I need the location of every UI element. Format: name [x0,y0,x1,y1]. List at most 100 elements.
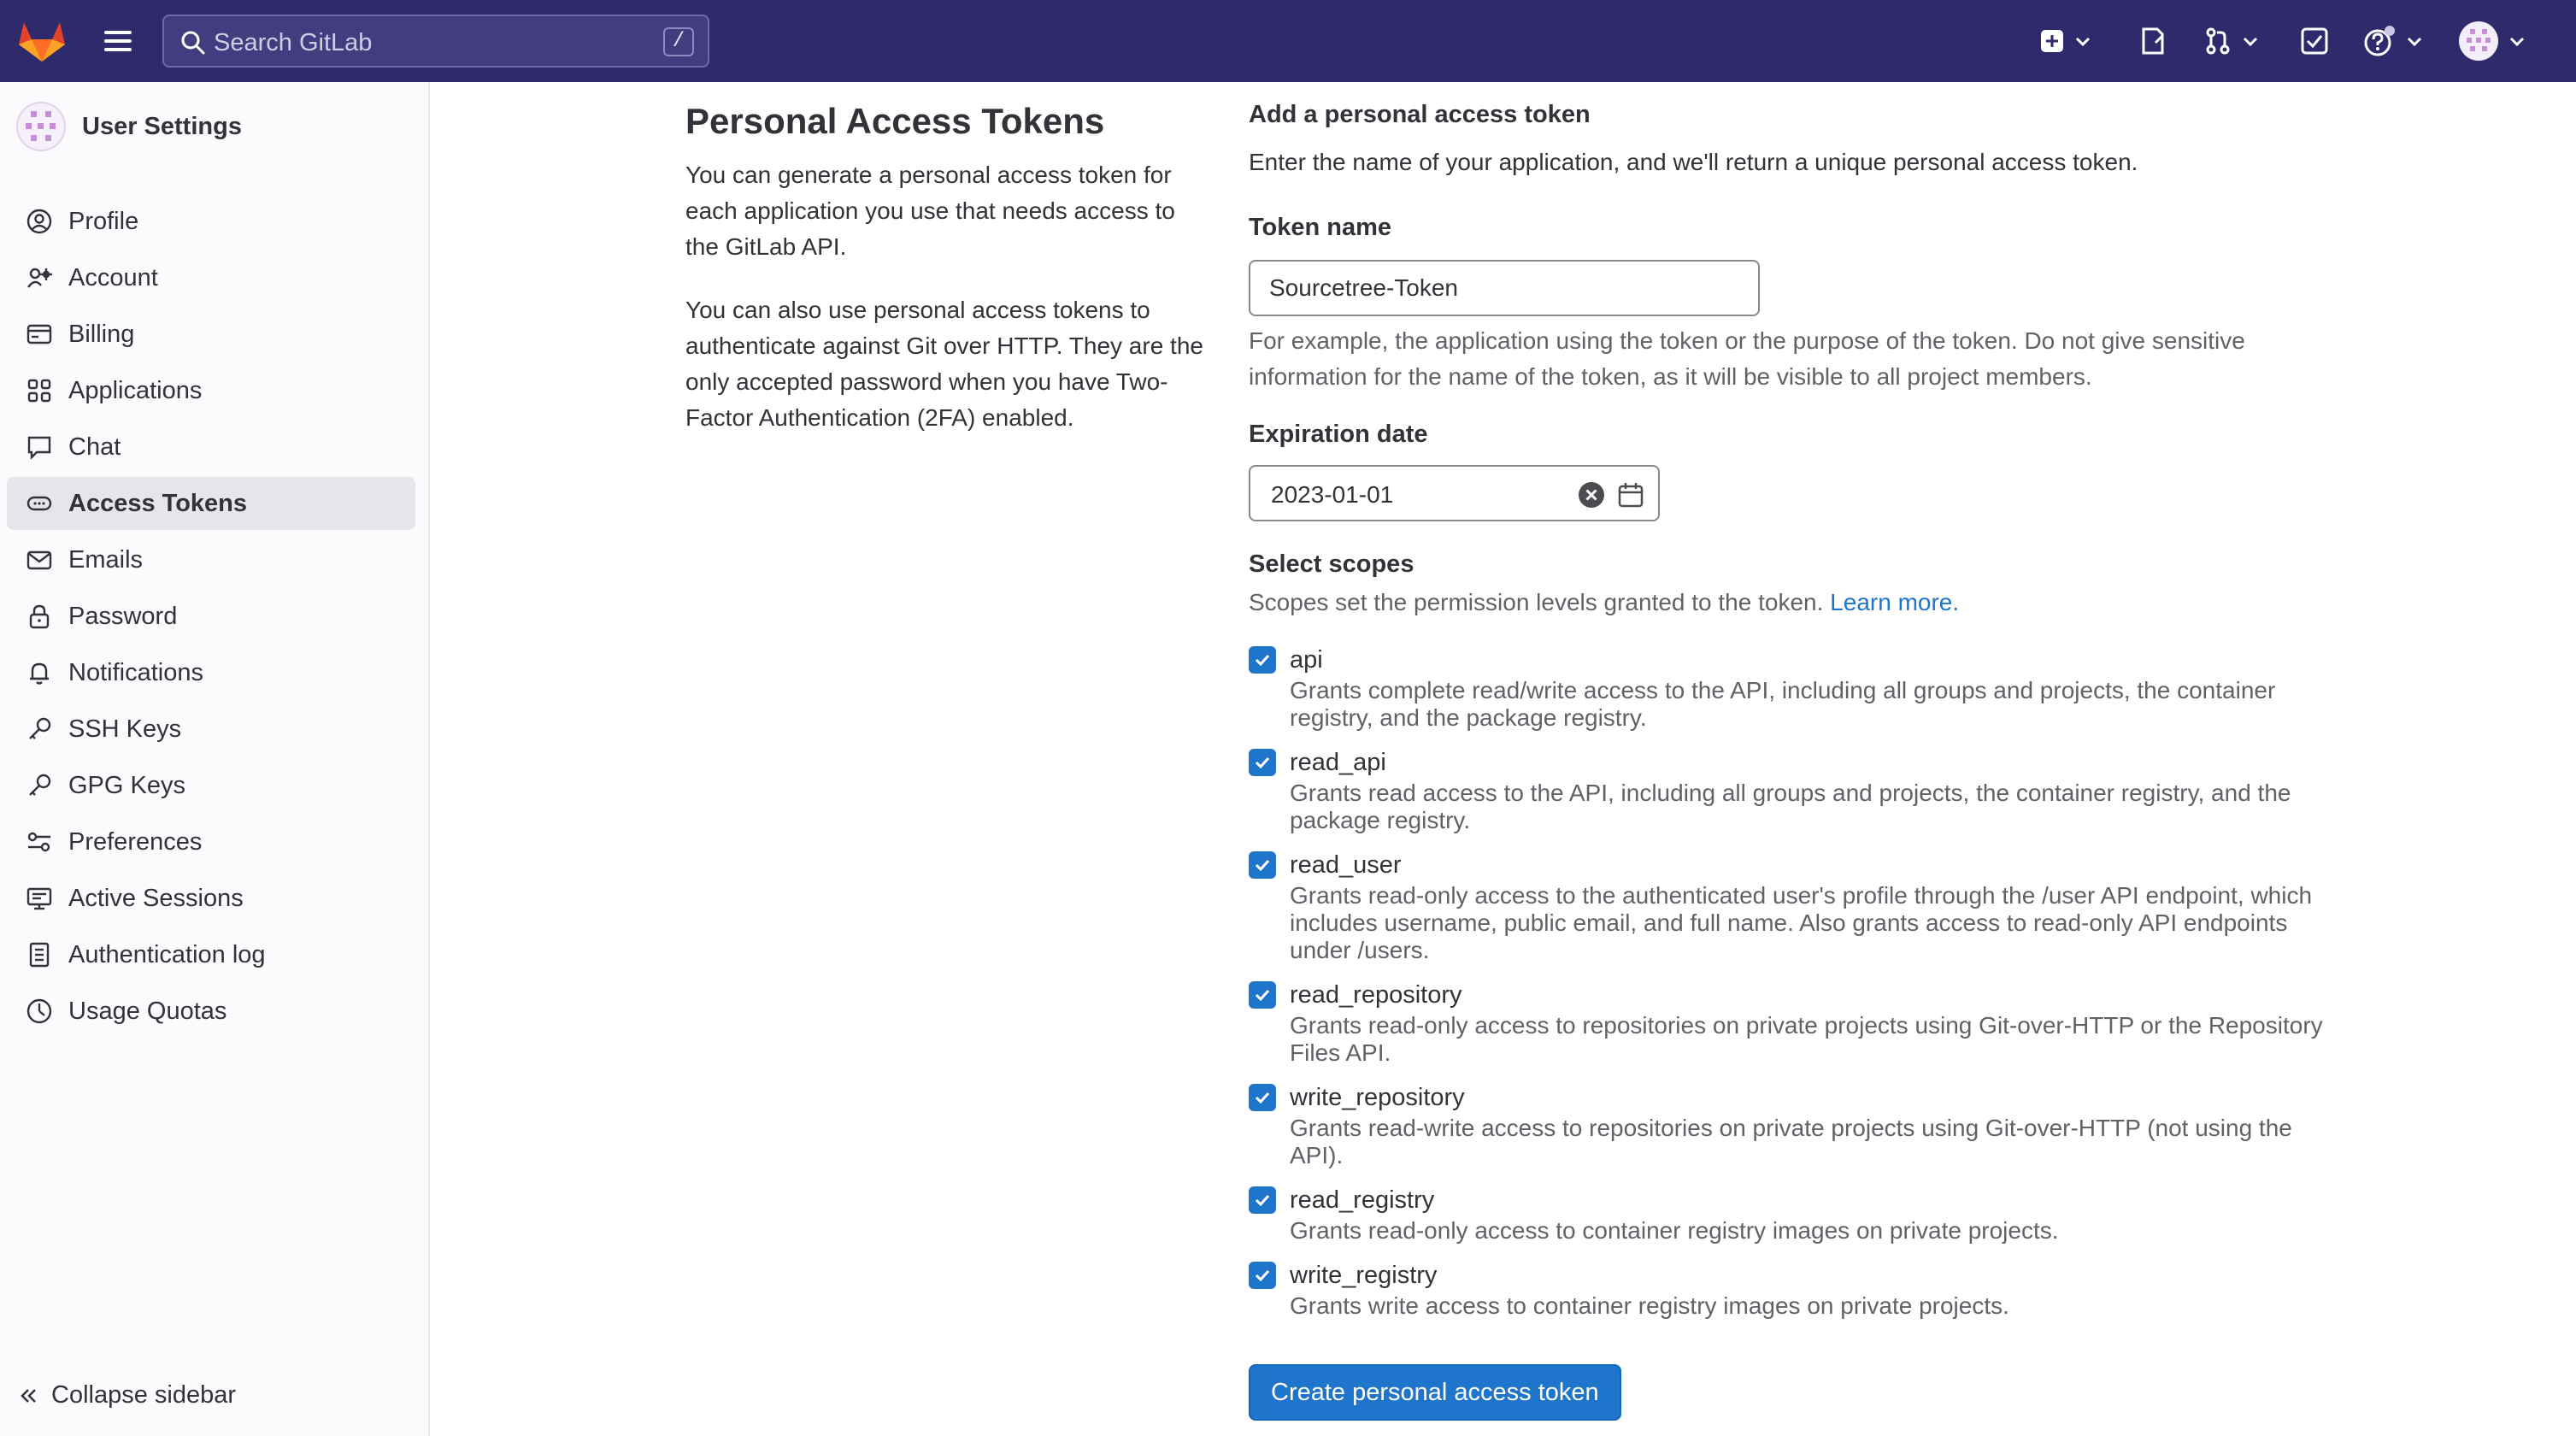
scope-description: Grants read-only access to the authentic… [1290,882,2313,963]
scope-checkbox[interactable] [1249,749,1276,776]
chevron-down-icon [2509,37,2525,47]
double-chevron-left-icon [21,1388,36,1403]
sidebar-item-chat[interactable]: Chat [7,421,415,474]
sidebar-item-password[interactable]: Password [7,590,415,643]
sidebar-item-label: Emails [68,545,144,574]
search-icon [179,29,207,56]
chevron-down-icon [2407,37,2422,47]
monitor-icon [26,885,53,912]
top-navigation-bar: / [0,0,2576,82]
scope-name[interactable]: api [1290,644,1323,675]
scope-description: Grants read-write access to repositories… [1290,1115,2292,1168]
todos-icon[interactable] [2299,21,2330,62]
check-icon [1255,1092,1270,1104]
scope-checkbox[interactable] [1249,1262,1276,1289]
scope-description: Grants read access to the API, including… [1290,780,2291,833]
chevron-down-icon [2243,37,2258,47]
sidebar-item-emails[interactable]: Emails [7,533,415,586]
log-icon [26,941,53,968]
scope-description: Grants write access to container registr… [1290,1292,2009,1319]
sidebar-item-label: Access Tokens [68,489,248,517]
intro-paragraph: You can also use personal access tokens … [685,297,1203,431]
issues-icon[interactable] [2137,21,2167,62]
search-input[interactable] [212,23,626,62]
collapse-sidebar-label: Collapse sidebar [51,1381,237,1409]
scope-description: Grants read-only access to container reg… [1290,1217,2059,1244]
expiration-date-input[interactable] [1269,475,1563,515]
help-icon [2364,26,2395,56]
sidebar-item-preferences[interactable]: Preferences [7,815,415,868]
sidebar-item-applications[interactable]: Applications [7,364,415,417]
add-token-form: Add a personal access token Enter the na… [1249,101,2351,1421]
sidebar-title: User Settings [82,112,242,140]
sidebar-item-access-tokens[interactable]: Access Tokens [7,477,415,530]
sidebar-item-billing[interactable]: Billing [7,308,415,361]
form-heading: Add a personal access token [1249,101,1591,128]
scope-description: Grants complete read/write access to the… [1290,677,2276,731]
mail-icon [26,546,53,574]
scope-name[interactable]: read_repository [1290,980,1462,1010]
scope-name[interactable]: write_repository [1290,1082,1465,1113]
check-icon [1255,859,1270,872]
scope-name[interactable]: read_user [1290,850,1402,880]
expiration-date-label: Expiration date [1249,421,1428,448]
sidebar-item-authentication-log[interactable]: Authentication log [7,928,415,981]
calendar-icon[interactable] [1617,481,1644,509]
sidebar-item-label: Notifications [68,658,203,686]
check-icon [1255,1194,1270,1207]
scope-checkbox[interactable] [1249,851,1276,879]
sidebar-item-label: GPG Keys [68,771,185,799]
plus-square-icon [2041,30,2063,52]
profile-icon [26,208,53,235]
avatar [16,102,66,151]
quota-icon [26,998,53,1025]
sidebar-item-label: Profile [68,207,139,235]
sidebar-item-account[interactable]: Account [7,251,415,304]
sidebar-item-gpg-keys[interactable]: GPG Keys [7,759,415,812]
check-icon [1255,654,1270,667]
gitlab-logo-icon[interactable] [15,19,68,63]
chevron-down-icon [2075,37,2091,47]
sidebar-item-active-sessions[interactable]: Active Sessions [7,872,415,925]
select-scopes-label: Select scopes [1249,550,1414,578]
sidebar-item-profile[interactable]: Profile [7,195,415,248]
scope-name[interactable]: write_registry [1290,1260,1437,1291]
sidebar-item-notifications[interactable]: Notifications [7,646,415,699]
scope-name[interactable]: read_registry [1290,1185,1434,1215]
sidebar-item-label: SSH Keys [68,715,182,743]
scope-checkbox[interactable] [1249,646,1276,674]
clear-icon[interactable] [1578,481,1605,509]
create-token-button[interactable]: Create personal access token [1249,1364,1621,1421]
expiration-date-picker[interactable] [1249,465,1660,521]
account-icon [26,264,53,291]
scope-checkbox[interactable] [1249,981,1276,1009]
merge-requests-dropdown[interactable] [2203,21,2260,62]
token-name-help: For example, the application using the t… [1249,327,2245,390]
sidebar-item-label: Preferences [68,827,203,856]
search-box[interactable]: / [162,15,709,68]
scope-name[interactable]: read_api [1290,747,1386,778]
scopes-help: Scopes set the permission levels granted… [1249,585,1959,621]
token-name-input[interactable] [1249,260,1760,316]
help-dropdown[interactable] [2362,21,2424,62]
main-menu-icon[interactable] [101,24,135,58]
scope-checkbox[interactable] [1249,1084,1276,1111]
sidebar-item-ssh-keys[interactable]: SSH Keys [7,703,415,756]
scopes-help-text: Scopes set the permission levels granted… [1249,589,1824,615]
intro-paragraph: You can generate a personal access token… [685,162,1175,260]
sidebar-item-usage-quotas[interactable]: Usage Quotas [7,985,415,1038]
key-icon [26,772,53,799]
new-item-dropdown[interactable] [2039,21,2092,62]
page-title: Personal Access Tokens [685,101,1105,141]
intro-section: Personal Access Tokens You can generate … [685,101,1205,463]
collapse-sidebar-button[interactable]: Collapse sidebar [19,1381,236,1410]
token-icon [26,490,53,517]
lock-icon [26,603,53,630]
sidebar-header[interactable]: User Settings [15,97,242,156]
scope-checkbox[interactable] [1249,1186,1276,1214]
sidebar-item-label: Chat [68,433,121,461]
learn-more-link[interactable]: Learn more. [1830,589,1959,615]
user-menu-dropdown[interactable] [2458,21,2526,62]
settings-menu: Profile Account Billing Applications Chat Acc… [7,195,415,1041]
check-icon [1255,989,1270,1002]
